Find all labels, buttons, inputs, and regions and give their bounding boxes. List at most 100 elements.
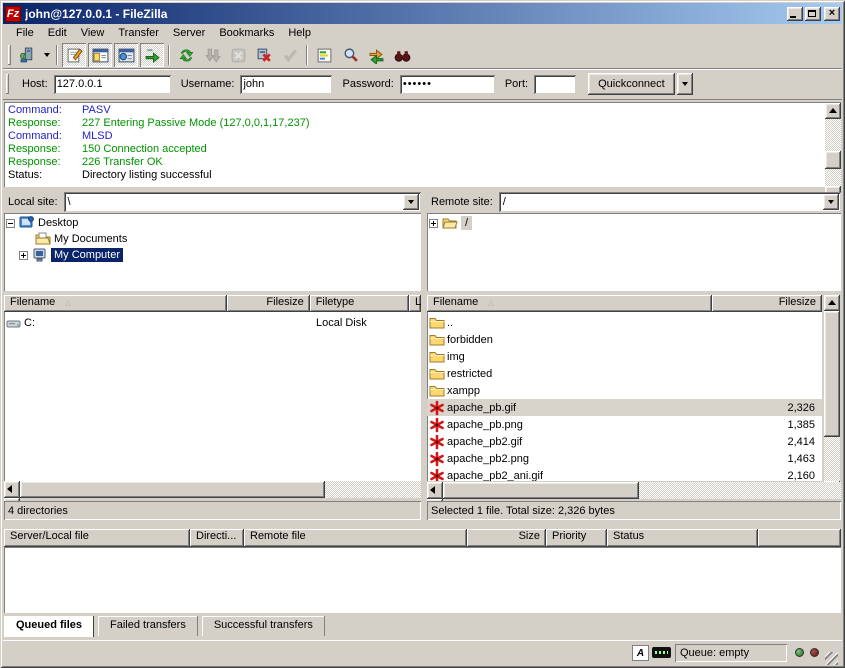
- file-row[interactable]: apache_pb2_ani.gif 2,160: [427, 467, 822, 481]
- remote-site-combo[interactable]: /: [499, 192, 841, 212]
- menu-transfer[interactable]: Transfer: [111, 25, 166, 41]
- ascii-datatype-icon[interactable]: A: [632, 645, 649, 661]
- local-status-text: 4 directories: [8, 505, 68, 517]
- column-header-lastmodified[interactable]: L: [409, 295, 421, 312]
- tab-successful-transfers[interactable]: Successful transfers: [202, 616, 325, 636]
- toggle-transfer-queue-button[interactable]: [140, 43, 164, 67]
- close-button[interactable]: ×: [824, 7, 840, 21]
- scrollbar-thumb[interactable]: [825, 151, 841, 169]
- process-queue-button[interactable]: [200, 43, 224, 67]
- tree-item-root[interactable]: /: [429, 215, 839, 231]
- file-row[interactable]: forbidden: [427, 331, 822, 348]
- menu-help[interactable]: Help: [281, 25, 318, 41]
- resize-grip[interactable]: [825, 652, 838, 665]
- column-header-filesize[interactable]: Filesize: [712, 295, 822, 312]
- site-manager-button[interactable]: [15, 43, 39, 67]
- remote-vertical-scrollbar[interactable]: [824, 295, 840, 481]
- file-row[interactable]: xampp: [427, 382, 822, 399]
- column-header-remote-file[interactable]: Remote file: [244, 529, 467, 547]
- filezilla-app-icon[interactable]: Fz: [5, 6, 21, 22]
- combo-dropdown-button[interactable]: [403, 194, 419, 210]
- column-header-filename[interactable]: Filename△: [4, 295, 227, 312]
- scrollbar-thumb[interactable]: [824, 311, 840, 437]
- tab-queued-files[interactable]: Queued files: [4, 616, 94, 637]
- menu-view[interactable]: View: [74, 25, 112, 41]
- statusbar: A Queue: empty: [3, 640, 842, 665]
- tab-failed-transfers[interactable]: Failed transfers: [98, 616, 198, 636]
- toggle-local-tree-button[interactable]: [88, 43, 112, 67]
- collapse-icon[interactable]: [6, 219, 15, 228]
- tree-item-my-computer[interactable]: My Computer: [6, 247, 419, 263]
- scroll-left-button[interactable]: [4, 481, 20, 498]
- column-header-direction[interactable]: Directi...: [190, 529, 244, 547]
- directory-filters-button[interactable]: [312, 43, 336, 67]
- menu-file[interactable]: File: [9, 25, 41, 41]
- column-header-size[interactable]: Size: [467, 529, 546, 547]
- scroll-up-button[interactable]: [825, 103, 841, 119]
- column-header-filetype[interactable]: Filetype: [310, 295, 409, 312]
- image-file-icon: [429, 434, 445, 450]
- log-scrollbar[interactable]: [825, 103, 841, 186]
- local-directory-tree: Desktop My Documents My Computer: [4, 213, 421, 291]
- refresh-button[interactable]: [174, 43, 198, 67]
- file-row-c-drive[interactable]: C: Local Disk: [4, 314, 421, 331]
- image-file-icon: [429, 400, 445, 416]
- maximize-button[interactable]: [805, 7, 821, 21]
- compare-icon: [342, 47, 359, 64]
- expand-icon[interactable]: [19, 251, 28, 260]
- find-files-button[interactable]: [390, 43, 414, 67]
- quickconnect-dropdown[interactable]: [677, 73, 693, 95]
- combo-dropdown-button[interactable]: [823, 194, 839, 210]
- log-label: Response:: [8, 117, 82, 130]
- speedlimits-icon[interactable]: [652, 647, 671, 658]
- file-row-selected[interactable]: apache_pb.gif 2,326: [427, 399, 822, 416]
- reconnect-icon: [282, 47, 299, 64]
- toolbar-separator: [168, 45, 170, 65]
- toggle-remote-tree-button[interactable]: [114, 43, 138, 67]
- menu-server[interactable]: Server: [166, 25, 212, 41]
- remote-horizontal-scrollbar[interactable]: [427, 482, 841, 499]
- log-text: 226 Transfer OK: [82, 156, 163, 168]
- expand-icon[interactable]: [429, 219, 438, 228]
- synchronized-browsing-button[interactable]: [364, 43, 388, 67]
- column-header-filesize[interactable]: Filesize: [227, 295, 309, 312]
- column-header-filename[interactable]: Filename△: [427, 295, 712, 312]
- tree-item-desktop[interactable]: Desktop: [6, 215, 419, 231]
- password-input[interactable]: [400, 75, 495, 94]
- port-input[interactable]: [534, 75, 576, 94]
- file-row[interactable]: ..: [427, 314, 822, 331]
- my-documents-icon: [35, 231, 51, 247]
- menu-edit[interactable]: Edit: [41, 25, 74, 41]
- column-header-status[interactable]: Status: [607, 529, 758, 547]
- cancel-operation-button[interactable]: [226, 43, 250, 67]
- scroll-left-button[interactable]: [427, 482, 443, 499]
- menu-bookmarks[interactable]: Bookmarks: [212, 25, 281, 41]
- file-row[interactable]: restricted: [427, 365, 822, 382]
- reconnect-button[interactable]: [278, 43, 302, 67]
- tree-item-label: /: [461, 216, 472, 230]
- scroll-up-button[interactable]: [824, 295, 840, 311]
- username-input[interactable]: [240, 75, 332, 94]
- tree-item-my-documents[interactable]: My Documents: [6, 231, 419, 247]
- column-header-server-local-file[interactable]: Server/Local file: [4, 529, 190, 547]
- my-computer-icon: [32, 247, 48, 263]
- file-row[interactable]: apache_pb2.png 1,463: [427, 450, 822, 467]
- compare-directories-button[interactable]: [338, 43, 362, 67]
- column-header-priority[interactable]: Priority: [546, 529, 607, 547]
- quickconnect-button[interactable]: Quickconnect: [588, 73, 675, 95]
- toggle-message-log-button[interactable]: [62, 43, 86, 67]
- local-horizontal-scrollbar[interactable]: [4, 481, 421, 498]
- host-input[interactable]: [54, 75, 171, 94]
- file-size: 2,414: [727, 436, 815, 448]
- file-row[interactable]: apache_pb.png 1,385: [427, 416, 822, 433]
- scrollbar-thumb[interactable]: [443, 482, 639, 499]
- local-site-combo[interactable]: \: [64, 192, 421, 212]
- file-row[interactable]: apache_pb2.gif 2,414: [427, 433, 822, 450]
- transfer-queue-list[interactable]: [4, 547, 841, 613]
- local-status-bar: 4 directories: [4, 501, 421, 520]
- scrollbar-thumb[interactable]: [20, 481, 325, 498]
- disconnect-button[interactable]: [252, 43, 276, 67]
- minimize-button[interactable]: [787, 7, 803, 21]
- site-manager-dropdown[interactable]: [40, 43, 53, 67]
- file-row[interactable]: img: [427, 348, 822, 365]
